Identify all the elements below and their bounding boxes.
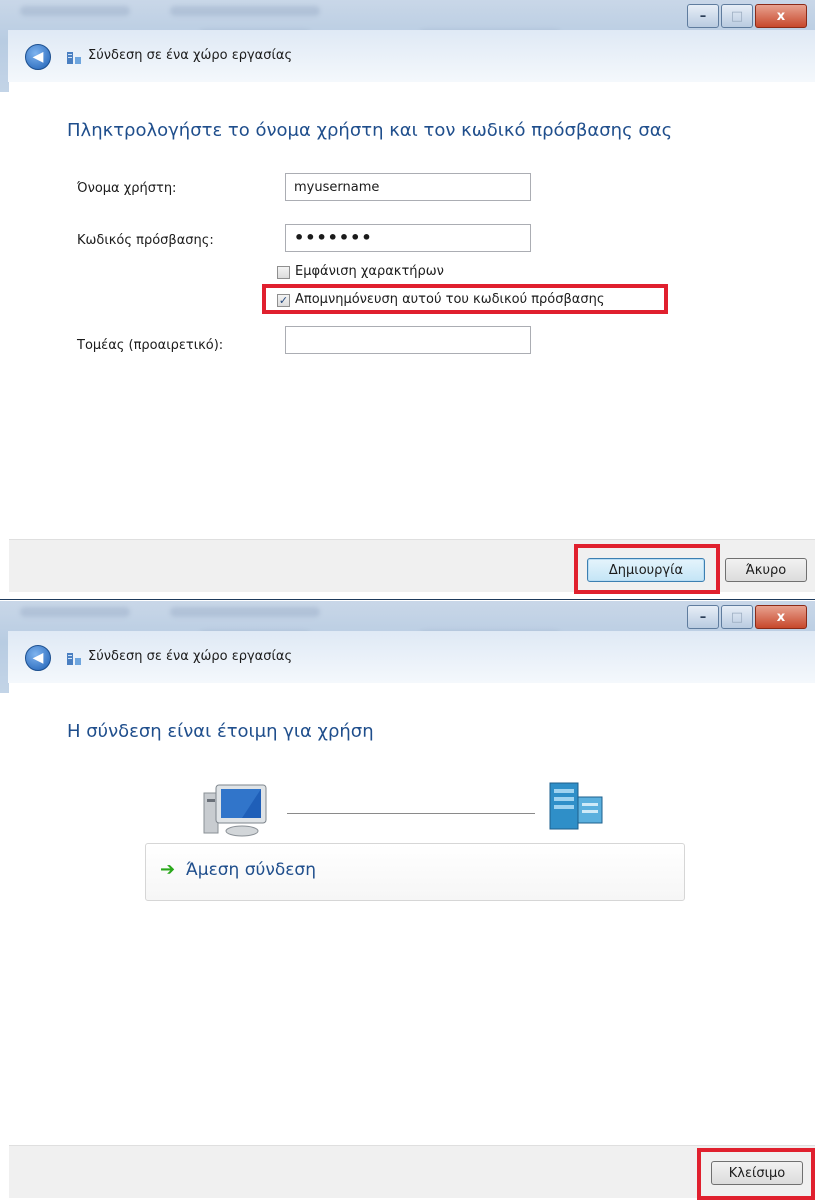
network-workplace-icon [67, 52, 81, 64]
username-label: Όνομα χρήστη: [77, 181, 177, 196]
show-characters-label: Εμφάνιση χαρακτήρων [295, 264, 444, 279]
connection-ready-window: – □ x ◀ Σύνδεση σε ένα χώρο εργασίας Η σ… [0, 601, 815, 1201]
dialog-footer: Κλείσιμο [9, 1145, 815, 1200]
window-title: Σύνδεση σε ένα χώρο εργασίας [88, 649, 293, 664]
minimize-button[interactable]: – [687, 4, 719, 28]
navigation-bar: ◀ Σύνδεση σε ένα χώρο εργασίας [8, 30, 815, 82]
domain-field[interactable] [285, 326, 531, 354]
maximize-button[interactable]: □ [721, 4, 753, 28]
computer-icon [203, 784, 267, 837]
close-window-button[interactable]: x [755, 605, 807, 629]
connection-content: Η σύνδεση είναι έτοιμη για χρήση ➔ Άμεση… [9, 683, 815, 1145]
connection-line [287, 813, 535, 814]
navigation-bar: ◀ Σύνδεση σε ένα χώρο εργασίας [8, 631, 815, 683]
password-label: Κωδικός πρόσβασης: [77, 233, 214, 248]
create-button-highlight [574, 544, 720, 594]
connect-now-link[interactable]: ➔ Άμεση σύνδεση [145, 843, 685, 901]
dialog-footer: Δημιουργία Άκυρο [9, 539, 815, 594]
network-workplace-icon [67, 653, 81, 665]
close-window-button[interactable]: x [755, 4, 807, 28]
maximize-button[interactable]: □ [721, 605, 753, 629]
back-arrow-icon[interactable]: ◀ [25, 645, 51, 671]
page-title: Πληκτρολογήστε το όνομα χρήστη και τον κ… [67, 120, 673, 141]
minimize-button[interactable]: – [687, 605, 719, 629]
remember-password-highlight [262, 284, 668, 314]
server-icon [549, 782, 603, 830]
back-arrow-icon[interactable]: ◀ [25, 44, 51, 70]
credentials-window: – □ x ◀ Σύνδεση σε ένα χώρο εργασίας Πλη… [0, 0, 815, 600]
page-title: Η σύνδεση είναι έτοιμη για χρήση [67, 721, 374, 742]
panel-divider [0, 599, 815, 600]
password-field[interactable]: ••••••• [285, 224, 531, 252]
green-arrow-icon: ➔ [160, 859, 176, 880]
domain-label: Τομέας (προαιρετικό): [77, 338, 224, 353]
connect-now-label: Άμεση σύνδεση [186, 860, 316, 880]
window-title: Σύνδεση σε ένα χώρο εργασίας [88, 48, 293, 63]
show-characters-checkbox[interactable] [277, 266, 290, 279]
credentials-content: Πληκτρολογήστε το όνομα χρήστη και τον κ… [9, 82, 815, 538]
username-field[interactable]: myusername [285, 173, 531, 201]
close-button-highlight [697, 1148, 815, 1200]
cancel-button[interactable]: Άκυρο [725, 558, 807, 582]
